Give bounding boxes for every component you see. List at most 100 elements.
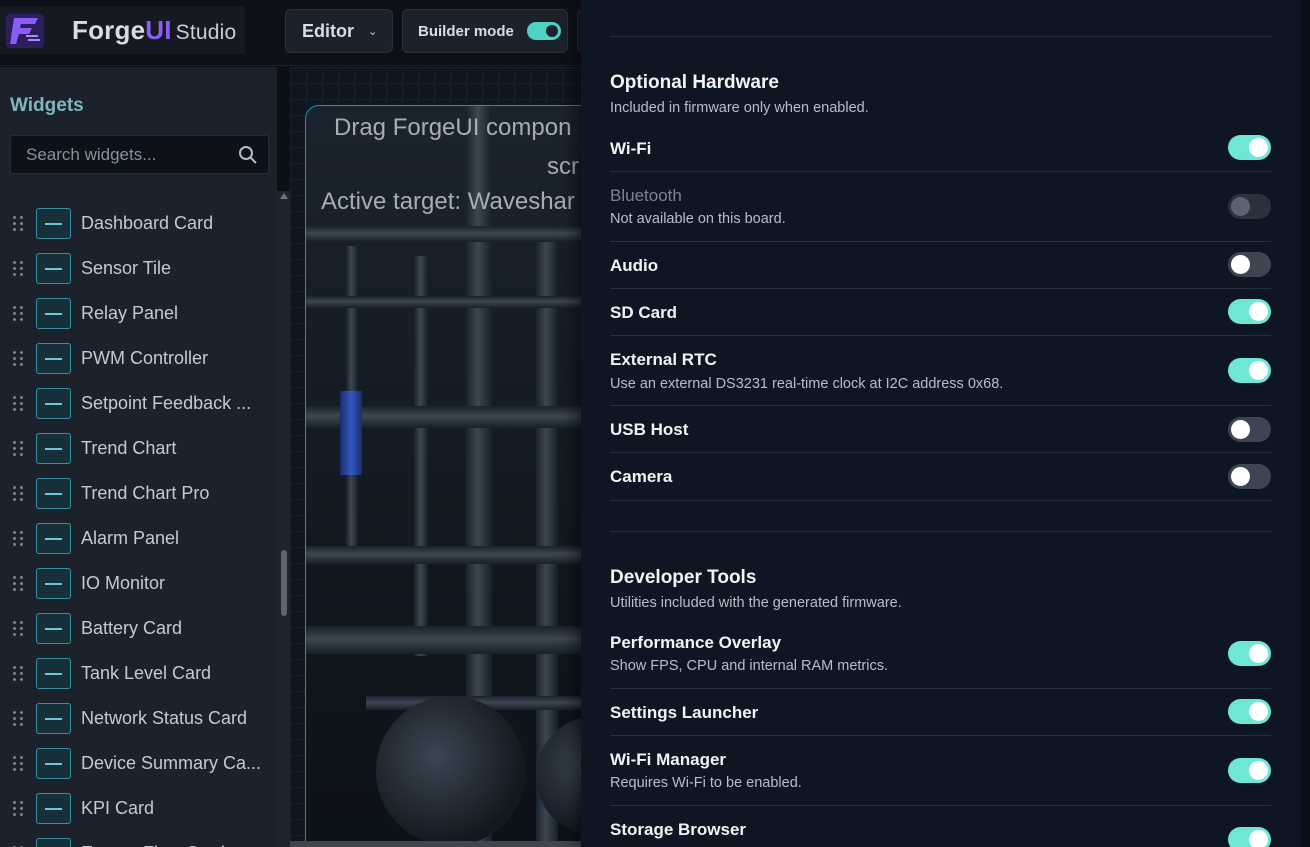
widget-icon [36, 478, 71, 509]
settings-launcher-toggle[interactable] [1228, 699, 1271, 724]
drag-handle-icon[interactable] [13, 801, 23, 816]
row-divider [610, 452, 1271, 453]
drag-handle-icon[interactable] [13, 756, 23, 771]
search-input[interactable] [11, 136, 231, 173]
external-rtc-toggle[interactable] [1228, 358, 1271, 383]
widget-list-item[interactable]: Tank Level Card [0, 651, 275, 696]
widget-list-item[interactable]: Sensor Tile [0, 246, 275, 291]
section-divider [610, 531, 1271, 532]
row-divider [610, 288, 1271, 289]
scrollbar-thumb[interactable] [281, 550, 287, 616]
sidebar-title: Widgets [10, 95, 84, 116]
widgets-sidebar: Widgets Dashboard Card Sensor Tile Relay P… [0, 67, 277, 847]
canvas-horizontal-scrollbar[interactable] [290, 841, 582, 847]
row-divider [610, 688, 1271, 689]
editor-dropdown[interactable]: Editor ⌄ [285, 9, 393, 53]
sd-card-toggle[interactable] [1228, 299, 1271, 324]
drag-handle-icon[interactable] [13, 666, 23, 681]
drag-handle-icon[interactable] [13, 711, 23, 726]
widget-list-item[interactable]: Device Summary Ca... [0, 741, 275, 786]
bluetooth-toggle [1228, 194, 1271, 219]
audio-toggle[interactable] [1228, 252, 1271, 277]
drag-handle-icon[interactable] [13, 261, 23, 276]
widget-icon [36, 208, 71, 239]
builder-mode-switch[interactable] [526, 22, 561, 40]
drag-handle-icon[interactable] [13, 216, 23, 231]
bluetooth-description: Not available on this board. [610, 211, 786, 227]
widget-label: Tank Level Card [81, 663, 212, 683]
widget-list-item[interactable]: Network Status Card [0, 696, 275, 741]
widget-list-item[interactable]: Setpoint Feedback ... [0, 381, 275, 426]
search-box [10, 135, 269, 174]
widget-list-item[interactable]: KPI Card [0, 786, 275, 831]
widget-icon [36, 253, 71, 284]
widget-label: Trend Chart [81, 438, 177, 458]
widget-list-item[interactable]: PWM Controller [0, 336, 275, 381]
canvas-hint-line3: Active target: Waveshar [321, 188, 575, 215]
audio-label: Audio [610, 256, 659, 275]
widget-label: Energy Flow Card [81, 843, 225, 847]
widget-list-item[interactable]: Dashboard Card [0, 201, 275, 246]
storage-browser-toggle[interactable] [1228, 827, 1271, 847]
external-rtc-description: Use an external DS3231 real-time clock a… [610, 376, 1004, 392]
device-screen-preview[interactable]: Drag ForgeUI compon scr Active target: W… [305, 105, 582, 847]
widget-icon [36, 658, 71, 689]
widget-list-item[interactable]: Relay Panel [0, 291, 275, 336]
widget-label: PWM Controller [81, 348, 209, 368]
performance-overlay-toggle[interactable] [1228, 641, 1271, 666]
drag-handle-icon[interactable] [13, 621, 23, 636]
performance-overlay-description: Show FPS, CPU and internal RAM metrics. [610, 658, 889, 674]
drag-handle-icon[interactable] [13, 486, 23, 501]
optional-hardware-subtitle: Included in firmware only when enabled. [610, 100, 869, 116]
widget-list-item[interactable]: Trend Chart [0, 426, 275, 471]
widget-icon [36, 748, 71, 779]
usb-host-label: USB Host [610, 420, 689, 439]
drag-handle-icon[interactable] [13, 351, 23, 366]
row-divider [610, 335, 1271, 336]
widget-list-item[interactable]: Alarm Panel [0, 516, 275, 561]
widget-label: Setpoint Feedback ... [81, 393, 252, 413]
wifi-toggle[interactable] [1228, 135, 1271, 160]
canvas-hint-line1: Drag ForgeUI compon [334, 114, 572, 141]
widget-label: Battery Card [81, 618, 183, 638]
camera-toggle[interactable] [1228, 464, 1271, 489]
optional-hardware-title: Optional Hardware [610, 72, 779, 93]
row-divider [610, 735, 1271, 736]
widget-icon [36, 388, 71, 419]
scroll-up-arrow-icon[interactable] [280, 193, 288, 199]
search-icon[interactable] [238, 145, 258, 165]
widget-list-item[interactable]: Energy Flow Card [0, 831, 275, 847]
widget-list-item[interactable]: Battery Card [0, 606, 275, 651]
wifi-manager-toggle[interactable] [1228, 758, 1271, 783]
widget-list-item[interactable]: Trend Chart Pro [0, 471, 275, 516]
drag-handle-icon[interactable] [13, 531, 23, 546]
drag-handle-icon[interactable] [13, 441, 23, 456]
widget-list: Dashboard Card Sensor Tile Relay Panel PWM … [0, 201, 275, 847]
widget-icon [36, 793, 71, 824]
widget-label: Sensor Tile [81, 258, 172, 278]
widget-icon [36, 433, 71, 464]
editor-dropdown-label: Editor [302, 20, 354, 41]
settings-launcher-label: Settings Launcher [610, 703, 759, 722]
usb-host-toggle[interactable] [1228, 417, 1271, 442]
widget-list-item[interactable]: IO Monitor [0, 561, 275, 606]
developer-tools-subtitle: Utilities included with the generated fi… [610, 595, 902, 611]
drag-handle-icon[interactable] [13, 576, 23, 591]
widget-label: KPI Card [81, 798, 155, 818]
firmware-settings-panel: Optional Hardware Included in firmware o… [581, 0, 1301, 847]
bluetooth-label: Bluetooth [610, 186, 682, 205]
row-divider [610, 405, 1271, 406]
app-logo: ForgeUI Studio [0, 6, 245, 54]
builder-mode-toggle[interactable]: Builder mode [402, 9, 568, 53]
drag-handle-icon[interactable] [13, 396, 23, 411]
section-divider [610, 36, 1271, 37]
drag-handle-icon[interactable] [13, 306, 23, 321]
app-name: ForgeUI Studio [72, 14, 237, 45]
widget-label: Network Status Card [81, 708, 248, 728]
widget-label: IO Monitor [81, 573, 166, 593]
design-canvas[interactable]: Drag ForgeUI compon scr Active target: W… [290, 67, 582, 847]
developer-tools-title: Developer Tools [610, 567, 757, 588]
widget-label: Trend Chart Pro [81, 483, 210, 503]
sidebar-scrollbar[interactable] [277, 191, 290, 847]
wifi-manager-description: Requires Wi-Fi to be enabled. [610, 775, 802, 791]
